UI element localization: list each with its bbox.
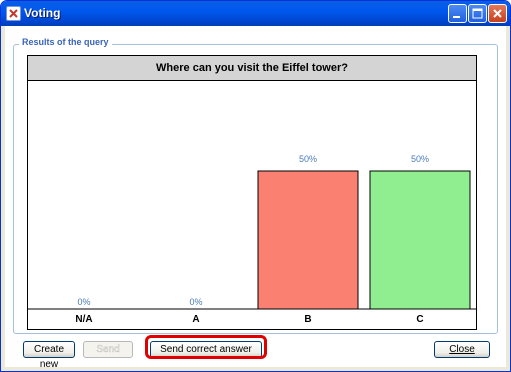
maximize-button[interactable] xyxy=(468,4,487,23)
voting-window: Voting Results of the query 0% N/A 0% A 50% B… xyxy=(0,0,511,372)
category-label: A xyxy=(192,314,199,325)
window-client-area: Results of the query 0% N/A 0% A 50% B 50% C Wh… xyxy=(5,26,506,370)
chart-title: Where can you visit the Eiffel tower? xyxy=(28,56,476,81)
bar-c xyxy=(369,170,471,310)
close-window-button[interactable] xyxy=(488,4,507,23)
window-title: Voting xyxy=(24,6,61,20)
chart-plot: 0% N/A 0% A 50% B 50% C xyxy=(28,154,476,325)
highlight-annotation xyxy=(145,335,267,359)
voting-app-icon xyxy=(6,6,21,21)
send-button[interactable]: Send xyxy=(83,341,133,358)
close-button[interactable]: Close xyxy=(434,341,490,358)
minimize-button[interactable] xyxy=(448,4,467,23)
category-label: N/A xyxy=(75,314,92,325)
data-label: 0% xyxy=(77,297,90,307)
close-icon xyxy=(493,9,502,18)
data-label: 50% xyxy=(299,154,317,164)
data-label: 0% xyxy=(189,297,202,307)
category-label: B xyxy=(304,314,311,325)
bar-b xyxy=(257,170,359,310)
maximize-icon xyxy=(472,8,483,19)
create-new-button[interactable]: Create new xyxy=(23,341,75,370)
results-group-label: Results of the query xyxy=(19,37,112,47)
results-chart: 0% N/A 0% A 50% B 50% C Where can you visit the… xyxy=(27,55,477,330)
category-label: C xyxy=(416,314,423,325)
minimize-icon xyxy=(453,16,460,18)
title-bar[interactable]: Voting xyxy=(1,1,510,26)
data-label: 50% xyxy=(411,154,429,164)
